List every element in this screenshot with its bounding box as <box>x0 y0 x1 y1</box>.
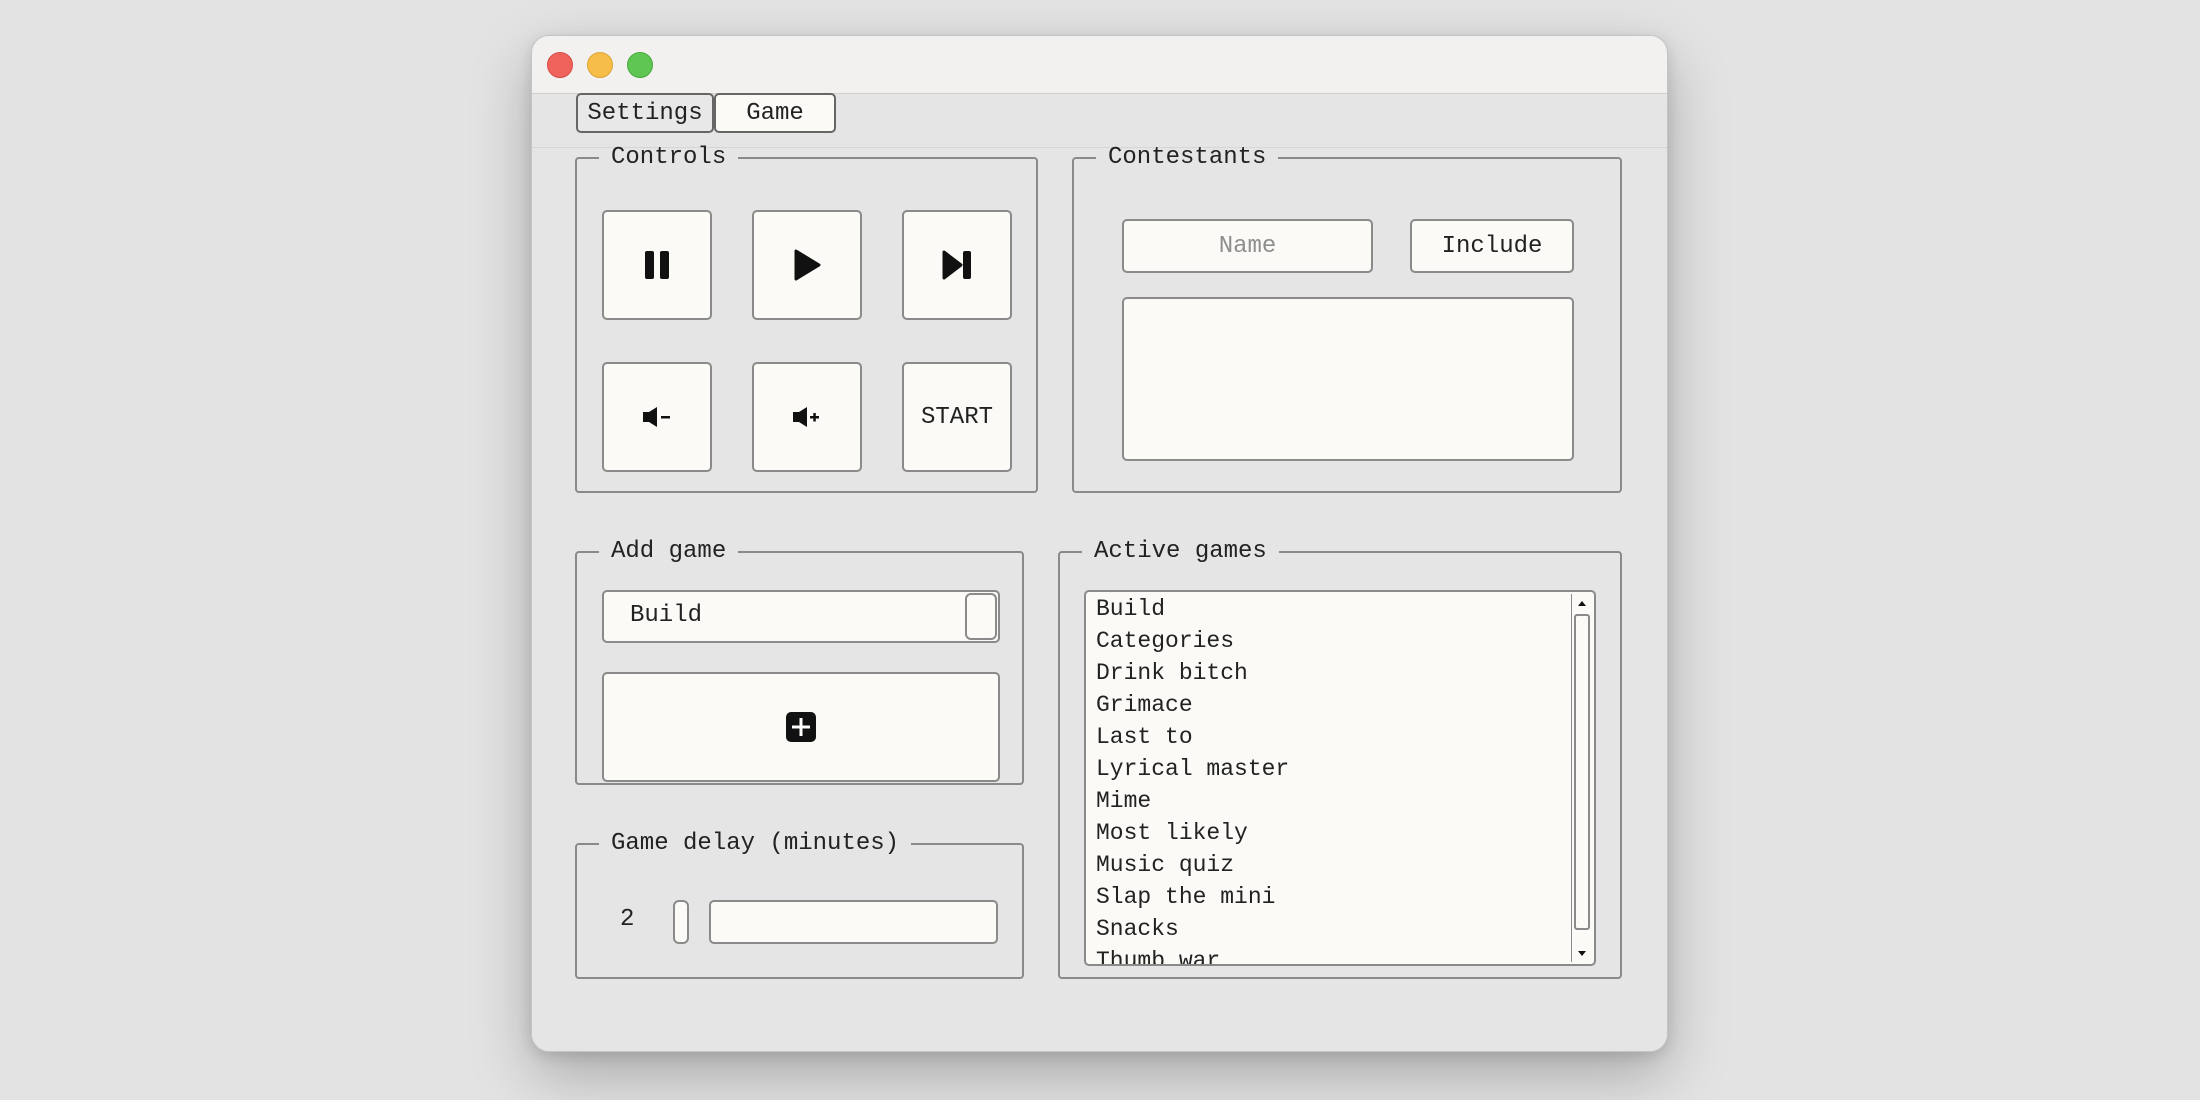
game-delay-value: 2 <box>620 906 635 933</box>
active-games-scrollbar[interactable] <box>1571 594 1592 962</box>
zoom-window-button[interactable] <box>627 52 653 78</box>
active-games-group: Active games Build Categories Drink bitc… <box>1058 538 1622 979</box>
active-games-rows: Build Categories Drink bitch Grimace Las… <box>1086 593 1570 964</box>
game-delay-slider-track[interactable] <box>709 900 998 944</box>
list-item[interactable]: Most likely <box>1086 817 1570 849</box>
list-item[interactable]: Grimace <box>1086 689 1570 721</box>
list-item[interactable]: Build <box>1086 593 1570 625</box>
pause-button[interactable] <box>602 210 712 320</box>
add-game-group: Add game Build <box>575 538 1024 785</box>
volume-down-icon <box>643 407 670 427</box>
list-item[interactable]: Categories <box>1086 625 1570 657</box>
scrollbar-thumb[interactable] <box>1574 614 1590 930</box>
list-item[interactable]: Last to <box>1086 721 1570 753</box>
app-window: Settings Game Controls START Contestants… <box>531 35 1668 1052</box>
list-item[interactable]: Drink bitch <box>1086 657 1570 689</box>
game-delay-slider-thumb[interactable] <box>673 900 689 944</box>
start-button[interactable]: START <box>902 362 1012 472</box>
list-item[interactable]: Thumb war <box>1086 945 1570 964</box>
game-select[interactable]: Build <box>602 590 1000 643</box>
main-content: Settings Game Controls START Contestants… <box>532 93 1667 1051</box>
list-item[interactable]: Lyrical master <box>1086 753 1570 785</box>
contestants-list[interactable] <box>1122 297 1574 461</box>
list-item[interactable]: Snacks <box>1086 913 1570 945</box>
start-label: START <box>920 403 993 431</box>
contestants-group: Contestants Include <box>1072 144 1622 493</box>
game-delay-legend: Game delay (minutes) <box>611 830 900 857</box>
pause-icon <box>645 251 669 279</box>
list-item[interactable]: Music quiz <box>1086 849 1570 881</box>
contestant-name-input[interactable] <box>1122 219 1373 273</box>
game-delay-slider[interactable] <box>673 900 998 944</box>
scroll-up-arrow-icon[interactable] <box>1577 599 1587 607</box>
volume-down-button[interactable] <box>602 362 712 472</box>
scroll-down-arrow-icon[interactable] <box>1577 950 1587 958</box>
controls-group: Controls START <box>575 144 1038 493</box>
include-button[interactable]: Include <box>1410 219 1574 273</box>
game-delay-group: Game delay (minutes) 2 <box>575 830 1024 979</box>
include-label: Include <box>1441 232 1543 260</box>
play-icon <box>794 249 821 281</box>
tab-settings[interactable]: Settings <box>576 93 714 133</box>
minimize-window-button[interactable] <box>587 52 613 78</box>
game-select-handle[interactable] <box>965 593 997 640</box>
list-item[interactable]: Slap the mini <box>1086 881 1570 913</box>
add-game-legend: Add game <box>611 538 727 565</box>
play-button[interactable] <box>752 210 862 320</box>
tab-game[interactable]: Game <box>714 93 836 133</box>
contestants-legend: Contestants <box>1108 144 1267 171</box>
skip-next-icon <box>942 250 971 280</box>
volume-up-button[interactable] <box>752 362 862 472</box>
active-games-list[interactable]: Build Categories Drink bitch Grimace Las… <box>1084 590 1596 966</box>
close-window-button[interactable] <box>547 52 573 78</box>
plus-square-icon <box>786 712 816 742</box>
volume-up-icon <box>793 407 819 427</box>
title-bar <box>532 36 1667 94</box>
controls-legend: Controls <box>611 144 727 171</box>
active-games-legend: Active games <box>1094 538 1267 565</box>
add-game-button[interactable] <box>602 672 1000 782</box>
list-item[interactable]: Mime <box>1086 785 1570 817</box>
skip-next-button[interactable] <box>902 210 1012 320</box>
game-select-value: Build <box>630 602 703 629</box>
